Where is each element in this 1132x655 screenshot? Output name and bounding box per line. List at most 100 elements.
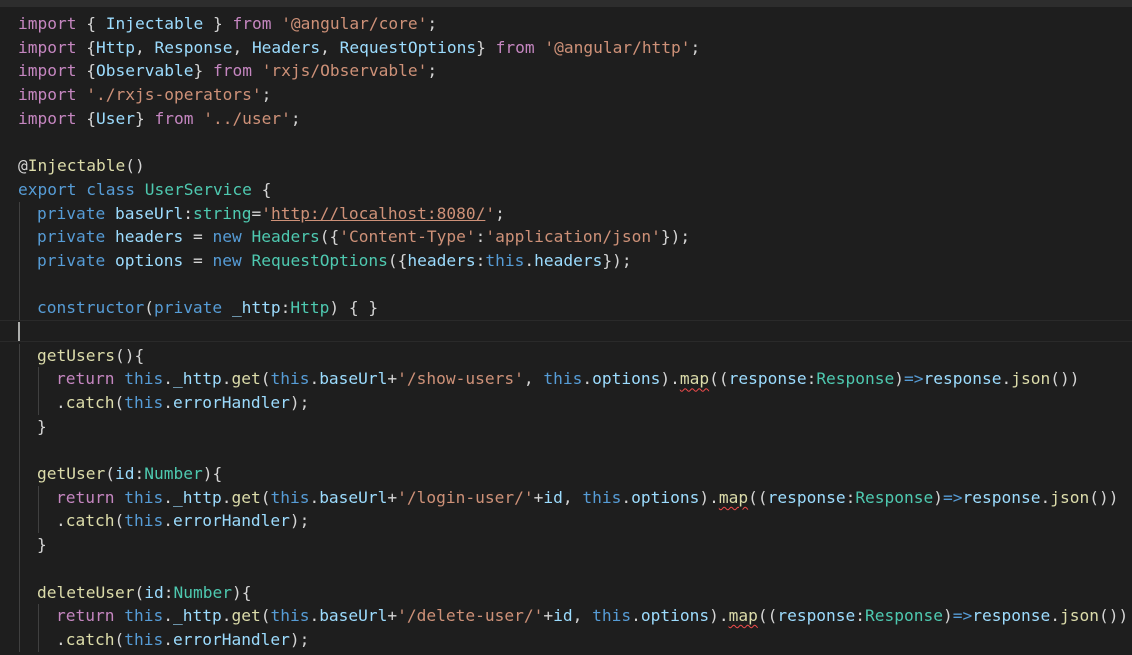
code-line[interactable]: return this._http.get(this.baseUrl+'/log… bbox=[18, 485, 1128, 510]
code-token: ; bbox=[427, 61, 438, 81]
code-token: Observable bbox=[95, 61, 194, 81]
code-token: }); bbox=[660, 227, 691, 247]
indent-guide bbox=[18, 580, 37, 605]
code-line[interactable]: import {Observable} from 'rxjs/Observabl… bbox=[18, 59, 1128, 83]
code-token: User bbox=[95, 108, 135, 128]
code-token: '../user' bbox=[203, 108, 291, 128]
code-token: { bbox=[76, 61, 96, 81]
indent-guide bbox=[18, 248, 37, 273]
code-token: options bbox=[592, 369, 661, 389]
code-token: : bbox=[163, 582, 174, 602]
code-token: (( bbox=[709, 369, 729, 389]
code-token: headers bbox=[407, 250, 476, 270]
code-token: '/delete-user/' bbox=[397, 606, 544, 626]
code-token: getUsers bbox=[37, 345, 115, 365]
code-line[interactable]: import {User} from '../user'; bbox=[18, 107, 1128, 131]
code-token: Headers bbox=[251, 37, 321, 57]
code-token: ( bbox=[134, 582, 145, 602]
code-token: ( bbox=[260, 369, 271, 389]
code-line[interactable]: getUser(id:Number){ bbox=[18, 462, 1128, 486]
code-token: ). bbox=[709, 606, 729, 626]
code-token: return bbox=[56, 369, 115, 389]
code-token: ); bbox=[289, 629, 310, 649]
code-token: _http bbox=[172, 369, 222, 389]
code-line[interactable]: private headers = new Headers({'Content-… bbox=[18, 225, 1128, 249]
code-line[interactable]: .catch(this.errorHandler); bbox=[18, 509, 1128, 533]
code-token: errorHandler bbox=[172, 629, 290, 649]
indent-guide bbox=[18, 462, 37, 486]
code-token: Injectable bbox=[105, 14, 204, 33]
code-token: catch bbox=[65, 393, 115, 412]
code-token: UserService bbox=[144, 179, 252, 199]
code-line[interactable]: getUsers(){ bbox=[18, 343, 1128, 368]
code-area[interactable]: import { Injectable } from '@angular/cor… bbox=[18, 12, 1128, 652]
indent-guide bbox=[18, 533, 37, 557]
code-token: map bbox=[679, 369, 710, 389]
code-line[interactable]: deleteUser(id:Number){ bbox=[18, 580, 1128, 605]
code-token: } bbox=[476, 37, 496, 57]
code-token: } bbox=[37, 535, 47, 555]
code-token: { bbox=[76, 108, 96, 128]
code-token: Response bbox=[154, 37, 233, 57]
code-token: (( bbox=[757, 606, 778, 626]
code-line[interactable]: import {Http, Response, Headers, Request… bbox=[18, 36, 1128, 60]
code-token: private bbox=[37, 227, 106, 247]
code-line[interactable]: constructor(private _http:Http) { } bbox=[18, 296, 1128, 320]
code-line[interactable]: import { Injectable } from '@angular/cor… bbox=[18, 12, 1128, 36]
code-token: deleteUser bbox=[37, 582, 135, 602]
code-token: + bbox=[387, 369, 398, 389]
code-line[interactable]: } bbox=[18, 414, 1128, 439]
code-line[interactable]: return this._http.get(this.baseUrl+'/sho… bbox=[18, 367, 1128, 391]
code-token: . bbox=[163, 369, 173, 389]
code-line[interactable]: private baseUrl:string='http://localhost… bbox=[18, 201, 1128, 226]
code-line[interactable]: import './rxjs-operators'; bbox=[18, 83, 1128, 107]
code-token: , bbox=[523, 369, 544, 389]
code-token: '/login-user/' bbox=[397, 487, 534, 507]
indent-guide bbox=[37, 604, 56, 628]
code-token: _http bbox=[231, 298, 281, 318]
code-token: new bbox=[212, 250, 242, 270]
code-token: ) bbox=[943, 606, 953, 626]
code-line[interactable] bbox=[18, 556, 1128, 581]
code-line[interactable]: @Injectable() bbox=[18, 154, 1128, 178]
code-token: , bbox=[562, 487, 583, 507]
code-line[interactable]: private options = new RequestOptions({he… bbox=[18, 248, 1128, 273]
code-token: id bbox=[114, 464, 135, 484]
code-token: import bbox=[18, 61, 77, 81]
code-token: ); bbox=[289, 511, 310, 531]
code-line[interactable]: return this._http.get(this.baseUrl+'/del… bbox=[18, 604, 1128, 628]
code-line[interactable]: .catch(this.errorHandler); bbox=[18, 391, 1128, 415]
code-token: constructor bbox=[37, 298, 145, 318]
code-line[interactable]: .catch(this.errorHandler); bbox=[18, 627, 1128, 652]
code-token: } bbox=[37, 416, 47, 436]
code-token: : bbox=[183, 203, 193, 223]
code-token: ' bbox=[261, 203, 271, 223]
code-token: Headers bbox=[251, 227, 320, 247]
code-token: class bbox=[86, 179, 135, 199]
code-token: ; bbox=[427, 14, 438, 33]
code-line[interactable]: } bbox=[18, 533, 1128, 557]
code-token: . bbox=[309, 606, 320, 626]
code-line[interactable] bbox=[18, 438, 1128, 462]
code-line[interactable] bbox=[18, 130, 1128, 154]
code-line[interactable]: export class UserService { bbox=[18, 178, 1128, 202]
code-token: ()) bbox=[1089, 487, 1119, 507]
code-token: this bbox=[270, 487, 310, 507]
code-token: from bbox=[154, 108, 194, 128]
code-token: . bbox=[524, 250, 535, 270]
code-token: export bbox=[18, 179, 77, 199]
code-token: . bbox=[621, 487, 632, 507]
code-token: Number bbox=[144, 464, 203, 484]
indent-guide bbox=[18, 367, 37, 391]
code-token: response bbox=[972, 606, 1051, 626]
code-editor[interactable]: import { Injectable } from '@angular/cor… bbox=[0, 0, 1132, 655]
code-token: get bbox=[231, 606, 261, 626]
code-line[interactable] bbox=[18, 320, 1128, 344]
code-token: 'application/json' bbox=[485, 227, 661, 247]
code-token: : bbox=[280, 298, 291, 318]
code-token: errorHandler bbox=[172, 511, 290, 531]
code-token: this bbox=[270, 369, 310, 389]
code-line[interactable] bbox=[18, 272, 1128, 297]
